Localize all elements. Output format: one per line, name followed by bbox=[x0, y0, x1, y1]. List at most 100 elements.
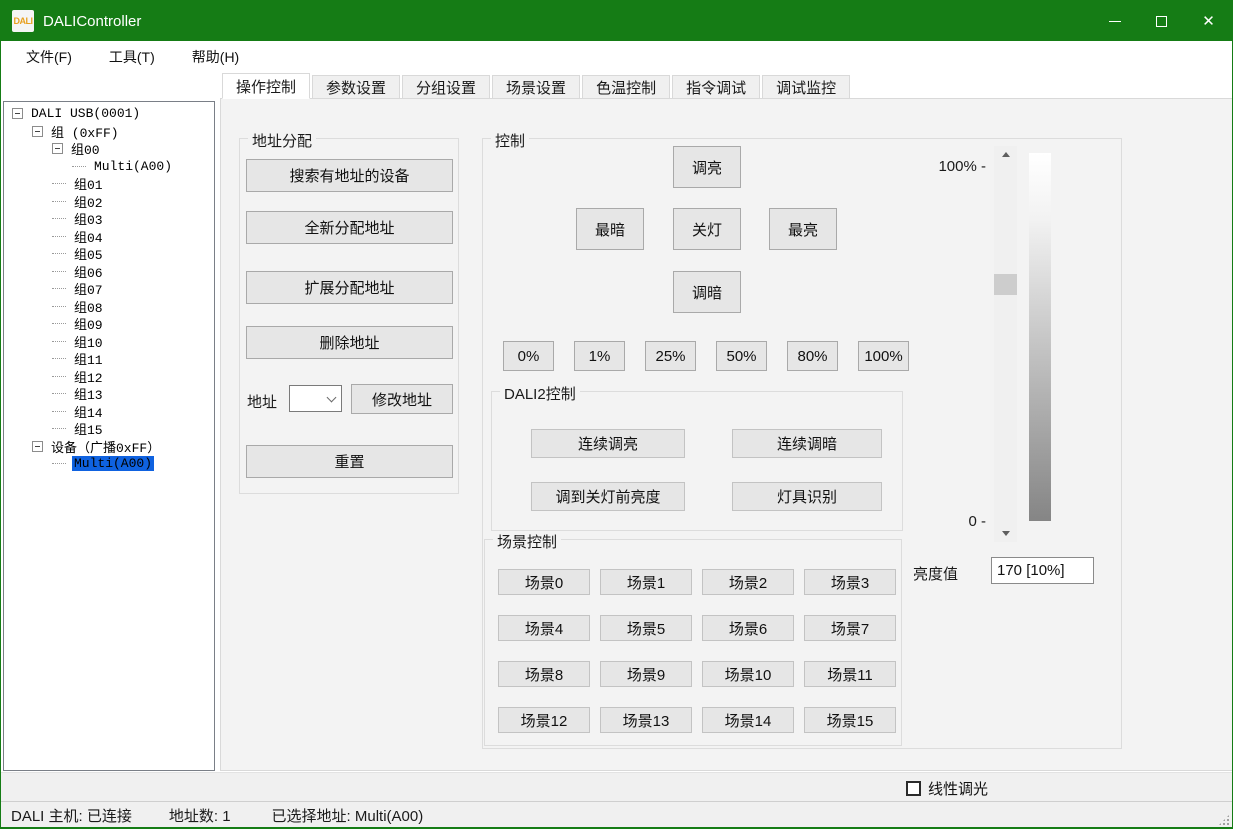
menu-item[interactable]: 文件(F) bbox=[22, 45, 76, 69]
assign-new-address-button[interactable]: 全新分配地址 bbox=[246, 211, 453, 244]
tree-expander-icon[interactable] bbox=[52, 143, 63, 154]
tree-item[interactable]: 组08 bbox=[4, 298, 214, 316]
scene-button[interactable]: 场景9 bbox=[600, 661, 692, 687]
modify-address-button[interactable]: 修改地址 bbox=[351, 384, 453, 414]
tree-item[interactable]: 组15 bbox=[4, 420, 214, 438]
dali2-button[interactable]: 调到关灯前亮度 bbox=[531, 482, 685, 511]
tree-item[interactable]: 组14 bbox=[4, 403, 214, 421]
light-off-button[interactable]: 关灯 bbox=[673, 208, 741, 250]
tree-item[interactable]: 组09 bbox=[4, 315, 214, 333]
tree-item[interactable]: 组00 bbox=[4, 140, 214, 158]
scene-button[interactable]: 场景4 bbox=[498, 615, 590, 641]
minimize-button[interactable] bbox=[1091, 1, 1138, 41]
tree-connector bbox=[52, 428, 66, 429]
status-address-count: 地址数: 1 bbox=[169, 805, 231, 826]
dali2-buttons: 连续调亮 连续调暗调到关灯前亮度 灯具识别 bbox=[531, 429, 882, 511]
dali2-button[interactable]: 连续调亮 bbox=[531, 429, 685, 458]
percent-button[interactable]: 25% bbox=[645, 341, 696, 371]
scene-button[interactable]: 场景14 bbox=[702, 707, 794, 733]
tree-item[interactable]: DALI USB(0001) bbox=[4, 105, 214, 123]
tree-connector bbox=[52, 236, 66, 237]
scene-button[interactable]: 场景2 bbox=[702, 569, 794, 595]
resize-grip[interactable] bbox=[1219, 815, 1229, 825]
tree-item[interactable]: 设备（广播0xFF） bbox=[4, 438, 214, 456]
window-controls: ✕ bbox=[1091, 1, 1232, 41]
scene-button[interactable]: 场景6 bbox=[702, 615, 794, 641]
group-title: DALI2控制 bbox=[500, 383, 580, 404]
darken-button[interactable]: 调暗 bbox=[673, 271, 741, 313]
scene-button[interactable]: 场景0 bbox=[498, 569, 590, 595]
extend-assign-address-button[interactable]: 扩展分配地址 bbox=[246, 271, 453, 304]
tab[interactable]: 操作控制 bbox=[222, 73, 310, 99]
reset-button[interactable]: 重置 bbox=[246, 445, 453, 478]
menu-item[interactable]: 帮助(H) bbox=[188, 45, 243, 69]
scene-button[interactable]: 场景13 bbox=[600, 707, 692, 733]
tree-item[interactable]: 组13 bbox=[4, 385, 214, 403]
dimmest-button[interactable]: 最暗 bbox=[576, 208, 644, 250]
tree-item[interactable]: 组02 bbox=[4, 193, 214, 211]
tree-connector bbox=[52, 183, 66, 184]
scroll-down-button[interactable] bbox=[994, 525, 1017, 542]
scene-button[interactable]: 场景3 bbox=[804, 569, 896, 595]
brightest-button[interactable]: 最亮 bbox=[769, 208, 837, 250]
tree-item-label: 组14 bbox=[72, 402, 105, 421]
brighten-button[interactable]: 调亮 bbox=[673, 146, 741, 188]
tab[interactable]: 指令调试 bbox=[672, 75, 760, 99]
brightness-scrollbar[interactable] bbox=[994, 146, 1017, 542]
tree-expander-icon[interactable] bbox=[12, 108, 23, 119]
scene-button[interactable]: 场景10 bbox=[702, 661, 794, 687]
tree-item[interactable]: 组10 bbox=[4, 333, 214, 351]
status-host-connection: DALI 主机: 已连接 bbox=[11, 805, 132, 826]
tab[interactable]: 场景设置 bbox=[492, 75, 580, 99]
address-combobox[interactable] bbox=[289, 385, 342, 412]
scroll-up-button[interactable] bbox=[994, 146, 1017, 163]
brightness-gradient-bar bbox=[1029, 153, 1051, 521]
tree-item[interactable]: Multi(A00) bbox=[4, 455, 214, 473]
percent-button[interactable]: 80% bbox=[787, 341, 838, 371]
tree-item[interactable]: 组01 bbox=[4, 175, 214, 193]
checkbox-label: 线性调光 bbox=[928, 778, 988, 799]
percent-button[interactable]: 100% bbox=[858, 341, 909, 371]
menu-bar: 文件(F) 工具(T) 帮助(H) bbox=[1, 41, 1232, 72]
delete-address-button[interactable]: 删除地址 bbox=[246, 326, 453, 359]
tree-item[interactable]: 组12 bbox=[4, 368, 214, 386]
tab[interactable]: 分组设置 bbox=[402, 75, 490, 99]
scene-button[interactable]: 场景5 bbox=[600, 615, 692, 641]
percent-button[interactable]: 50% bbox=[716, 341, 767, 371]
percent-button[interactable]: 1% bbox=[574, 341, 625, 371]
search-addressed-devices-button[interactable]: 搜索有地址的设备 bbox=[246, 159, 453, 192]
tree-item-label: 组11 bbox=[72, 349, 105, 368]
maximize-button[interactable] bbox=[1138, 1, 1185, 41]
tab[interactable]: 参数设置 bbox=[312, 75, 400, 99]
status-bar: DALI 主机: 已连接 地址数: 1 已选择地址: Multi(A00) bbox=[1, 801, 1232, 828]
tree-item[interactable]: 组07 bbox=[4, 280, 214, 298]
tree-item-label: 组01 bbox=[72, 174, 105, 193]
scene-button[interactable]: 场景8 bbox=[498, 661, 590, 687]
tree-item[interactable]: Multi(A00) bbox=[4, 158, 214, 176]
scrollbar-thumb[interactable] bbox=[994, 274, 1017, 295]
scene-buttons: 场景0 场景1 场景2 场景3 场景4 场景5 场景6 场景7 场景8 场景9 场景10 场景11 场景… bbox=[498, 569, 896, 733]
tree-expander-icon[interactable] bbox=[32, 126, 43, 137]
tab[interactable]: 色温控制 bbox=[582, 75, 670, 99]
scene-button[interactable]: 场景15 bbox=[804, 707, 896, 733]
menu-item[interactable]: 工具(T) bbox=[105, 45, 159, 69]
dali2-button[interactable]: 连续调暗 bbox=[732, 429, 882, 458]
scene-button[interactable]: 场景11 bbox=[804, 661, 896, 687]
tree-item[interactable]: 组06 bbox=[4, 263, 214, 281]
tree-item[interactable]: 组04 bbox=[4, 228, 214, 246]
tab[interactable]: 调试监控 bbox=[762, 75, 850, 99]
scene-button[interactable]: 场景12 bbox=[498, 707, 590, 733]
tree-expander-icon[interactable] bbox=[32, 441, 43, 452]
tree-item[interactable]: 组05 bbox=[4, 245, 214, 263]
percent-button[interactable]: 0% bbox=[503, 341, 554, 371]
tree-item[interactable]: 组03 bbox=[4, 210, 214, 228]
brightness-value-field[interactable]: 170 [10%] bbox=[991, 557, 1094, 584]
linear-dimming-checkbox[interactable]: 线性调光 bbox=[906, 778, 988, 799]
dali2-button[interactable]: 灯具识别 bbox=[732, 482, 882, 511]
tree-item[interactable]: 组11 bbox=[4, 350, 214, 368]
tree-item[interactable]: 组 (0xFF) bbox=[4, 123, 214, 141]
scene-button[interactable]: 场景7 bbox=[804, 615, 896, 641]
scene-button[interactable]: 场景1 bbox=[600, 569, 692, 595]
checkbox-icon[interactable] bbox=[906, 781, 921, 796]
close-button[interactable]: ✕ bbox=[1185, 1, 1232, 41]
